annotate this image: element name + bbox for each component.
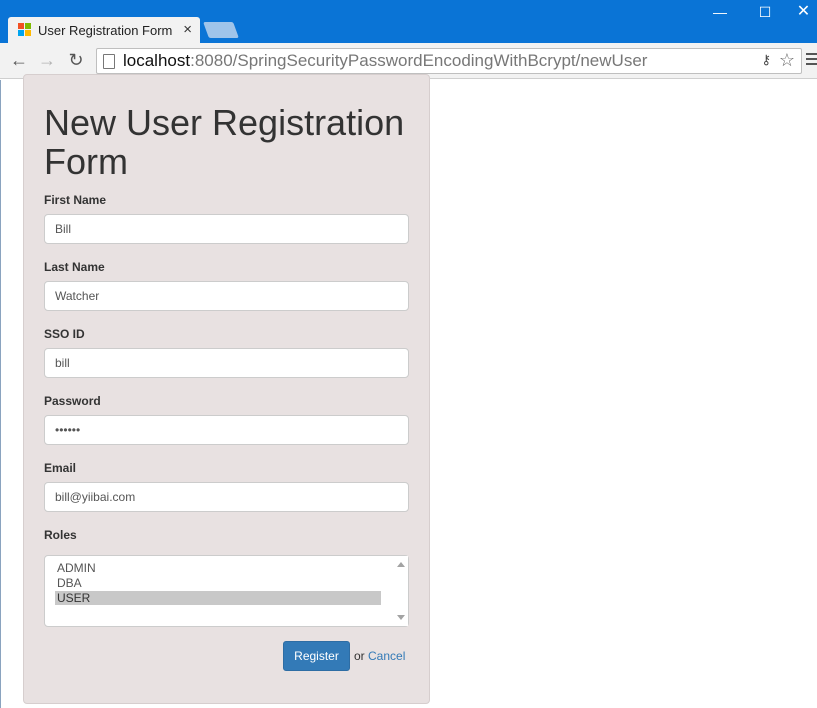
first-name-label: First Name <box>44 193 107 207</box>
sso-id-label: SSO ID <box>44 327 85 341</box>
window-minimize-icon[interactable]: — <box>700 2 740 22</box>
tab-close-icon[interactable]: × <box>183 21 192 39</box>
url-host: localhost <box>123 51 191 70</box>
window-close-icon[interactable]: ✕ <box>790 2 817 22</box>
roles-label: Roles <box>44 528 77 542</box>
bookmark-star-icon[interactable]: ☆ <box>779 50 795 71</box>
sso-id-input[interactable]: bill <box>44 348 409 378</box>
form-title: New User Registration Form <box>44 102 405 182</box>
registration-panel: New User Registration Form First Name Bi… <box>23 74 430 704</box>
new-tab-button[interactable] <box>203 22 239 38</box>
back-arrow-icon[interactable]: ← <box>8 49 30 71</box>
browser-tab[interactable]: User Registration Form × <box>8 17 200 43</box>
browser-menu-icon[interactable] <box>806 53 817 68</box>
role-option-user[interactable]: USER <box>55 591 381 605</box>
browser-titlebar: User Registration Form × — ☐ ✕ <box>0 0 817 43</box>
scroll-down-arrow-icon[interactable] <box>397 615 405 620</box>
scroll-up-arrow-icon[interactable] <box>397 562 405 567</box>
page-document-icon <box>103 53 115 69</box>
last-name-label: Last Name <box>44 260 105 274</box>
reload-icon[interactable]: ↻ <box>65 49 87 71</box>
email-input[interactable]: bill@yiibai.com <box>44 482 409 512</box>
last-name-input[interactable]: Watcher <box>44 281 409 311</box>
first-name-input[interactable]: Bill <box>44 214 409 244</box>
register-button[interactable]: Register <box>283 641 350 671</box>
page-viewport: New User Registration Form First Name Bi… <box>0 74 817 708</box>
key-icon[interactable]: ⚷ <box>761 52 771 68</box>
roles-scrollbar[interactable] <box>393 556 408 626</box>
page-favicon-icon <box>18 23 32 37</box>
window-maximize-icon[interactable]: ☐ <box>745 2 785 22</box>
forward-arrow-icon[interactable]: → <box>36 49 58 71</box>
password-label: Password <box>44 394 101 408</box>
cancel-link[interactable]: Cancel <box>368 649 405 663</box>
email-label: Email <box>44 461 77 475</box>
address-bar[interactable]: localhost:8080/SpringSecurityPasswordEnc… <box>96 48 802 74</box>
role-option-admin[interactable]: ADMIN <box>55 561 381 575</box>
or-text: or <box>354 649 365 663</box>
tab-title: User Registration Form <box>38 22 173 38</box>
password-input[interactable]: •••••• <box>44 415 409 445</box>
url-path: :8080/SpringSecurityPasswordEncodingWith… <box>190 51 648 70</box>
address-url: localhost:8080/SpringSecurityPasswordEnc… <box>123 51 647 71</box>
role-option-dba[interactable]: DBA <box>55 576 381 590</box>
roles-multiselect[interactable]: ADMIN DBA USER <box>44 555 409 627</box>
